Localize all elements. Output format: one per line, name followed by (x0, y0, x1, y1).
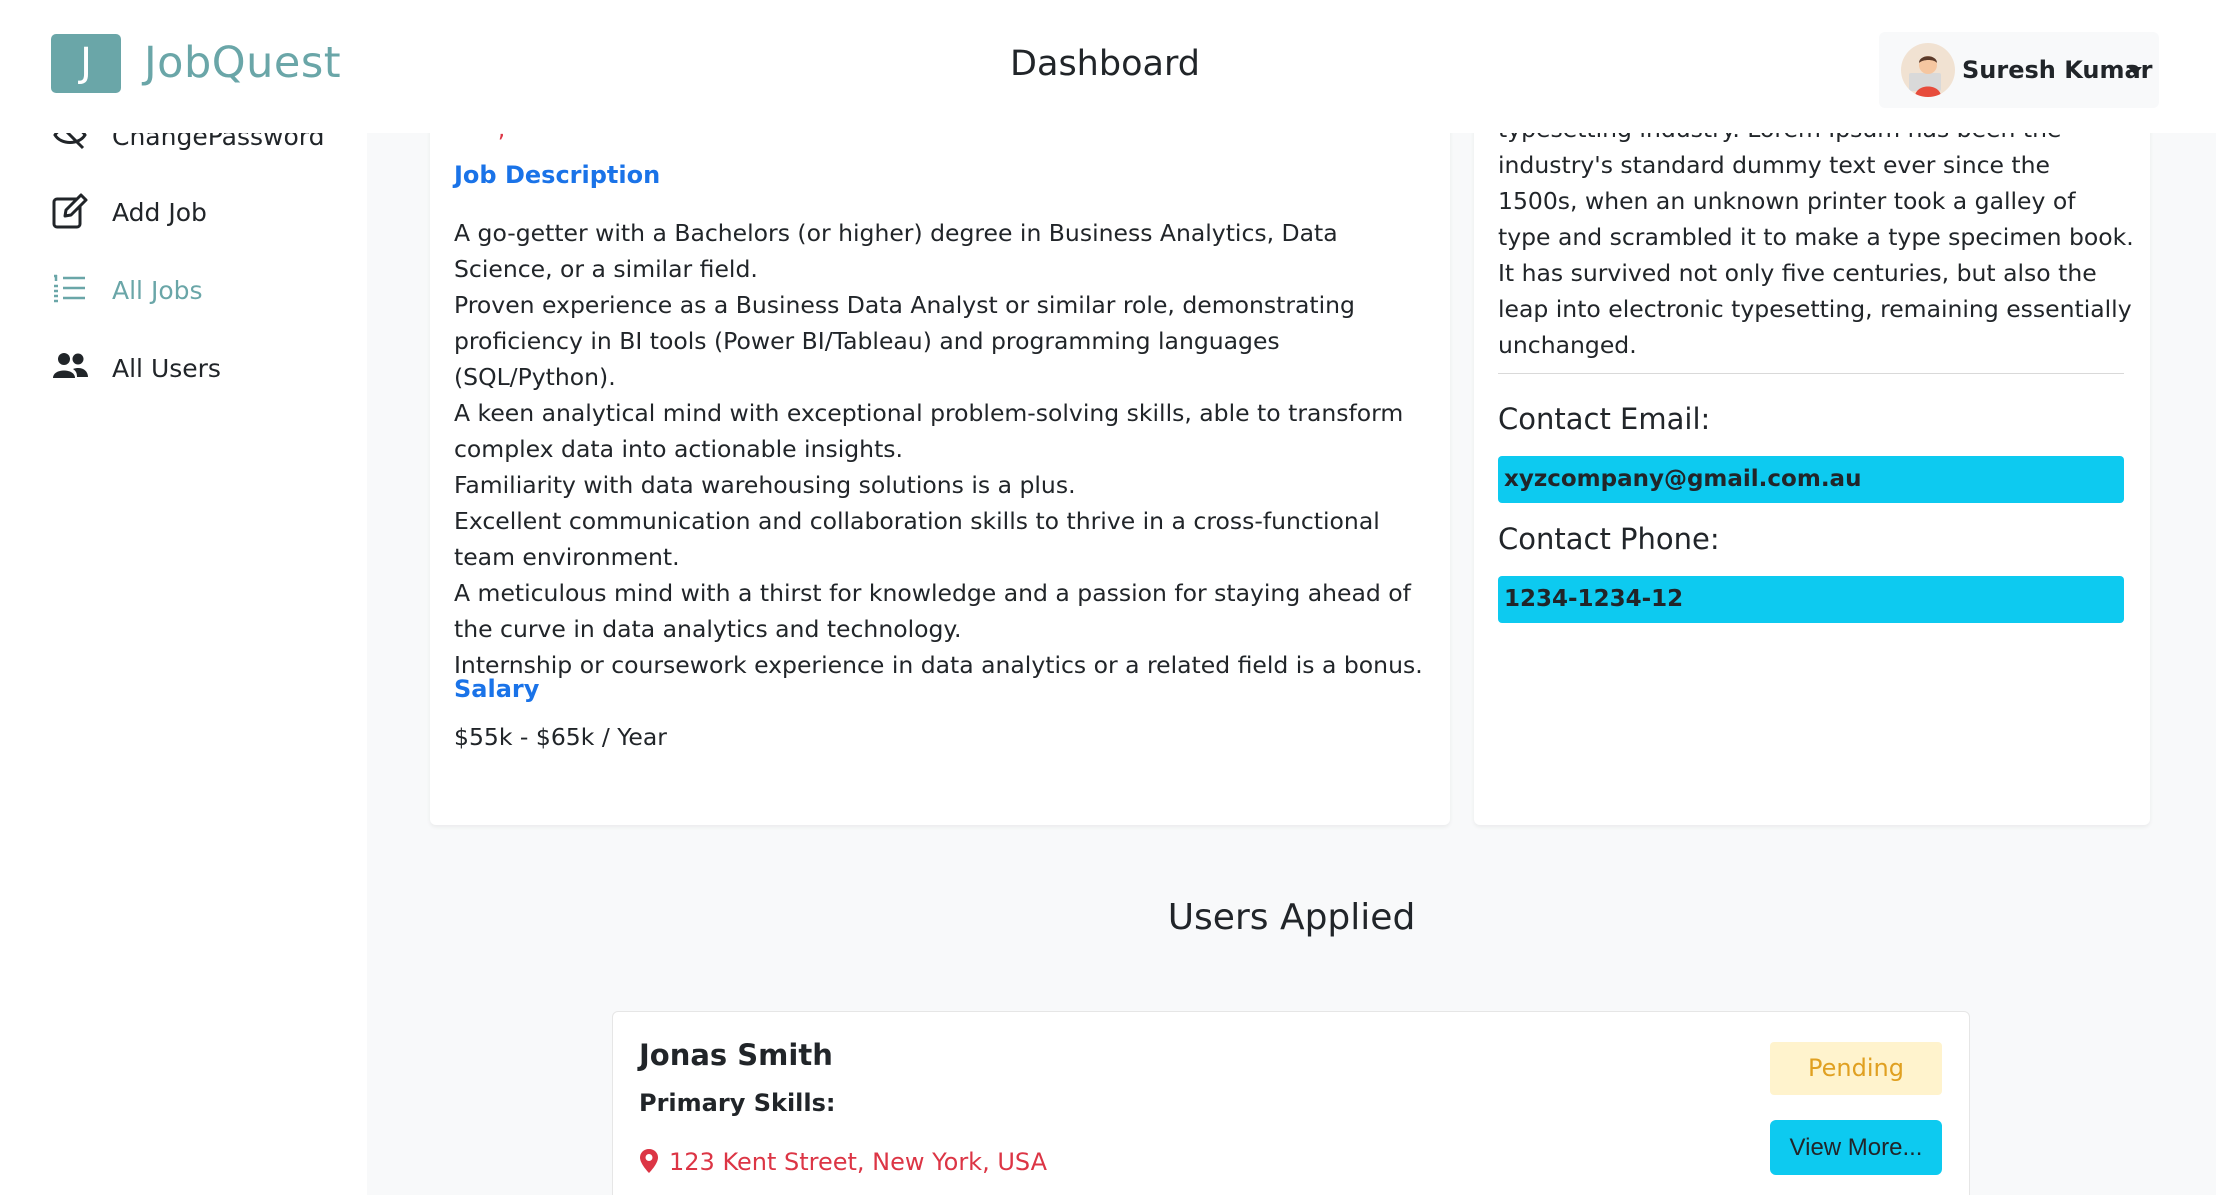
view-more-button[interactable]: View More... (1770, 1120, 1942, 1175)
applicant-skills-label: Primary Skills: (639, 1089, 836, 1117)
sidebar-item-add-job[interactable]: Add Job (51, 188, 351, 234)
logo-icon[interactable]: J (51, 34, 121, 93)
description-line: Familiarity with data warehousing soluti… (454, 471, 1076, 499)
contact-phone-value: 1234-1234-12 (1498, 576, 2124, 623)
users-icon (53, 353, 88, 378)
description-line: A meticulous mind with a thirst for know… (454, 579, 1411, 643)
description-line: A go-getter with a Bachelors (or higher)… (454, 219, 1338, 283)
applicant-location: 123 Kent Street, New York, USA (639, 1148, 1047, 1176)
description-line: Internship or coursework experience in d… (454, 651, 1423, 679)
description-line: Proven experience as a Business Data Ana… (454, 291, 1355, 391)
status-badge: Pending (1770, 1042, 1942, 1095)
sidebar-item-label: Add Job (112, 198, 207, 227)
edit-icon (52, 193, 88, 229)
top-navbar: J JobQuest Dashboard Suresh Kumar (0, 0, 2216, 133)
salary-title: Salary (454, 675, 540, 703)
list-icon (54, 274, 85, 303)
salary-value: $55k - $65k / Year (454, 723, 667, 751)
chevron-down-icon (2128, 67, 2142, 75)
page-title: Dashboard (1010, 44, 1200, 84)
users-applied-title: Users Applied (1167, 897, 1416, 938)
sidebar-item-all-jobs[interactable]: All Jobs (51, 266, 351, 312)
contact-email-value: xyzcompany@gmail.com.au (1498, 456, 2124, 503)
sidebar-item-label: All Users (112, 354, 221, 383)
sidebar: ChangePassword Add Job All Jobs All User… (0, 0, 367, 1195)
map-pin-icon (640, 1149, 658, 1173)
applicant-name: Jonas Smith (639, 1038, 833, 1072)
description-line: Excellent communication and collaboratio… (454, 507, 1380, 571)
main-content: ·· · ·, Job Description A go-getter with… (367, 115, 2216, 1195)
job-details-card: ·· · ·, Job Description A go-getter with… (430, 117, 1450, 825)
company-info-card: typesetting industry. Lorem Ipsum has be… (1474, 115, 2150, 825)
sidebar-item-all-users[interactable]: All Users (51, 344, 351, 390)
divider (1498, 373, 2124, 374)
job-description: A go-getter with a Bachelors (or higher)… (454, 215, 1429, 683)
brand-name[interactable]: JobQuest (144, 38, 341, 88)
contact-phone-label: Contact Phone: (1498, 522, 1720, 556)
applicant-location-text: 123 Kent Street, New York, USA (669, 1148, 1047, 1176)
avatar (1901, 43, 1955, 97)
company-about: typesetting industry. Lorem Ipsum has be… (1498, 115, 2134, 359)
description-line: A keen analytical mind with exceptional … (454, 399, 1404, 463)
user-menu-dropdown[interactable]: Suresh Kumar (1879, 32, 2159, 108)
user-name: Suresh Kumar (1962, 56, 2153, 84)
applicant-card: Jonas Smith Primary Skills: 123 Kent Str… (612, 1011, 1970, 1195)
job-description-title: Job Description (454, 161, 661, 189)
sidebar-item-label: All Jobs (112, 276, 203, 305)
contact-email-label: Contact Email: (1498, 402, 1711, 436)
